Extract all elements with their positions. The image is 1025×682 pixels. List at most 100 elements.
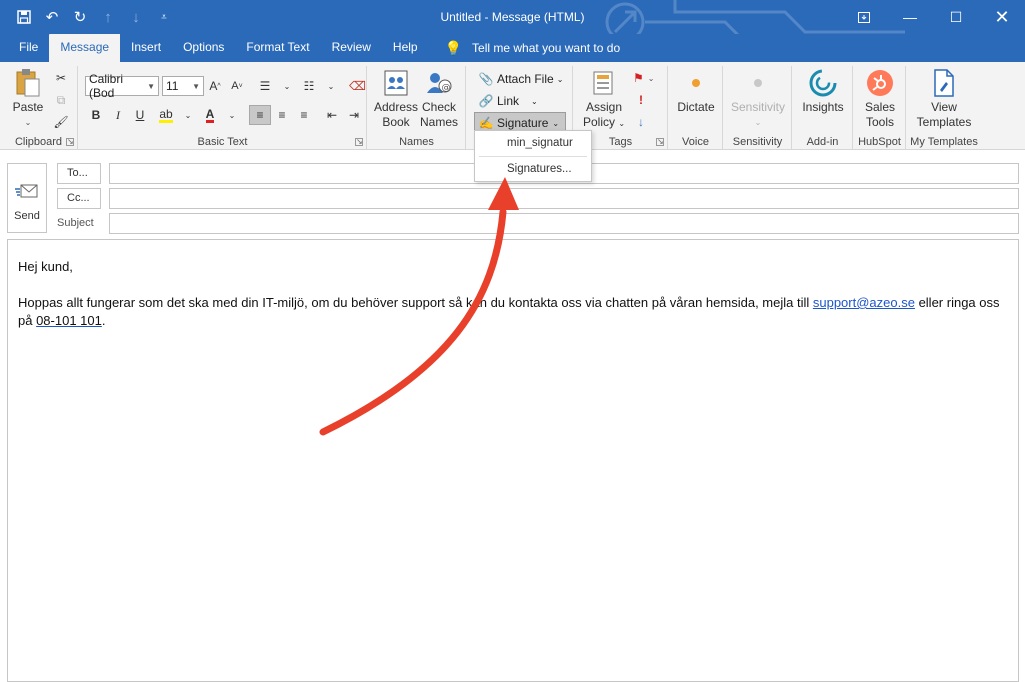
- chevron-down-icon[interactable]: ⌄: [320, 76, 342, 96]
- view-templates-label-1: View: [931, 100, 957, 114]
- menu-item-min-signatur[interactable]: min_signatur: [475, 131, 591, 156]
- clipboard-launcher-icon[interactable]: ↘: [66, 138, 74, 146]
- group-hubspot: Sales Tools HubSpot: [854, 66, 906, 150]
- body-text-1: Hoppas allt fungerar som det ska med din…: [18, 295, 813, 310]
- paste-icon: [12, 68, 44, 98]
- attach-file-button[interactable]: 📎 Attach File ⌄: [475, 68, 564, 90]
- link-button[interactable]: 🔗 Link ⌄: [475, 90, 538, 112]
- body-paragraph: Hoppas allt fungerar som det ska med din…: [18, 294, 1008, 330]
- follow-up-flag-icon[interactable]: ⚑ ⌄: [630, 68, 657, 88]
- group-basic-text: Calibri (Bod ▼ 11 ▼ A ^ A ˅ ☰ ⌄ ☷ ⌄ ⌫ B I …: [79, 66, 367, 150]
- font-size-value: 11: [166, 79, 179, 93]
- email-link[interactable]: support@azeo.se: [813, 295, 915, 310]
- low-importance-icon[interactable]: ↓: [630, 112, 652, 132]
- font-row: Calibri (Bod ▼ 11 ▼ A ^ A ˅ ☰ ⌄ ☷ ⌄ ⌫: [85, 72, 369, 100]
- underline-icon[interactable]: U: [129, 105, 151, 125]
- highlight-icon[interactable]: ab: [155, 105, 177, 125]
- format-painter-icon[interactable]: 🖌: [50, 112, 72, 132]
- decrease-indent-icon[interactable]: ⇤: [321, 105, 343, 125]
- subject-field[interactable]: [109, 213, 1019, 234]
- maximize-icon[interactable]: ☐: [933, 0, 979, 34]
- bold-icon[interactable]: B: [85, 105, 107, 125]
- numbering-icon[interactable]: ☷: [298, 76, 320, 96]
- subject-label: Subject: [57, 217, 94, 229]
- basic-text-launcher-icon[interactable]: ↘: [355, 138, 363, 146]
- copy-icon[interactable]: ⧉: [50, 90, 72, 110]
- font-size-combo[interactable]: 11 ▼: [162, 76, 204, 96]
- tell-me-search[interactable]: 💡 Tell me what you want to do: [429, 34, 629, 62]
- chevron-down-icon[interactable]: ⌄: [177, 105, 199, 125]
- hubspot-group-label: HubSpot: [858, 136, 901, 148]
- link-label: Link: [497, 94, 520, 108]
- tags-launcher-icon[interactable]: ↘: [656, 138, 664, 146]
- assign-policy-button[interactable]: Assign Policy ⌄: [582, 68, 626, 131]
- view-templates-button[interactable]: View Templates: [911, 68, 977, 130]
- increase-indent-icon[interactable]: ⇥: [343, 105, 365, 125]
- cc-field[interactable]: [109, 188, 1019, 209]
- tab-format-text[interactable]: Format Text: [235, 34, 320, 62]
- insights-label: Insights: [802, 100, 844, 114]
- address-book-button[interactable]: Address Book: [374, 68, 418, 130]
- chevron-down-icon[interactable]: ⌄: [221, 105, 243, 125]
- send-icon: [8, 182, 46, 203]
- address-book-icon: [380, 68, 412, 98]
- send-button[interactable]: Send: [7, 163, 47, 233]
- cut-icon[interactable]: ✂: [50, 68, 72, 88]
- phone-number[interactable]: 08-101 101: [36, 313, 102, 328]
- to-button[interactable]: To...: [57, 163, 101, 184]
- undo-icon[interactable]: ↶: [38, 0, 66, 34]
- body-text-end: .: [101, 313, 106, 328]
- sensitivity-label: Sensitivity: [730, 100, 786, 114]
- lightbulb-icon: 💡: [444, 39, 463, 56]
- group-names: Address Book @ Check Names Names: [368, 66, 466, 150]
- align-center-icon[interactable]: ≡: [271, 105, 293, 125]
- bullets-icon[interactable]: ☰: [254, 76, 276, 96]
- ribbon-tabs: File Message Insert Options Format Text …: [0, 34, 1025, 62]
- insights-button[interactable]: Insights: [799, 68, 847, 115]
- link-icon: 🔗: [478, 94, 494, 108]
- save-icon[interactable]: [10, 0, 38, 34]
- address-book-label-1: Address: [374, 100, 419, 114]
- clear-formatting-icon[interactable]: ⌫: [346, 76, 369, 96]
- grow-font-icon[interactable]: A ^: [204, 76, 226, 96]
- font-name-combo[interactable]: Calibri (Bod ▼: [85, 72, 159, 100]
- font-color-icon[interactable]: A: [199, 105, 221, 125]
- close-icon[interactable]: ✕: [979, 0, 1025, 34]
- menu-item-signatures[interactable]: Signatures...: [475, 157, 591, 182]
- italic-icon[interactable]: I: [107, 105, 129, 125]
- cc-button[interactable]: Cc...: [57, 188, 101, 209]
- dictate-button[interactable]: Dictate: [673, 68, 719, 115]
- customize-toolbar-icon[interactable]: ⩡: [150, 0, 178, 34]
- tab-review[interactable]: Review: [321, 34, 382, 62]
- chevron-down-icon: ⌄: [552, 118, 560, 128]
- sales-tools-button[interactable]: Sales Tools: [858, 68, 902, 130]
- view-templates-label-2: Templates: [916, 115, 972, 129]
- align-left-icon[interactable]: ≡: [249, 105, 271, 125]
- tab-options[interactable]: Options: [172, 34, 235, 62]
- sensitivity-group-label: Sensitivity: [732, 136, 783, 148]
- names-group-label: Names: [399, 136, 434, 148]
- ribbon-display-options-icon[interactable]: [841, 0, 887, 34]
- shrink-font-icon[interactable]: A ˅: [226, 76, 248, 96]
- chevron-down-icon: ⌄: [531, 96, 538, 106]
- paste-button[interactable]: Paste ⌄: [8, 68, 48, 130]
- high-importance-icon[interactable]: !: [630, 90, 652, 110]
- format-row: B I U ab ⌄ A ⌄ ≡ ≡ ≡ ⇤ ⇥: [85, 104, 365, 126]
- check-names-icon: @: [423, 68, 455, 98]
- check-names-label-2: Names: [419, 115, 458, 129]
- up-arrow-icon: ↑: [104, 8, 112, 26]
- tab-file[interactable]: File: [8, 34, 49, 62]
- chevron-down-icon: ▼: [147, 81, 155, 91]
- align-right-icon[interactable]: ≡: [293, 105, 315, 125]
- chevron-down-icon[interactable]: ⌄: [276, 76, 298, 96]
- redo-icon[interactable]: ↻: [66, 0, 94, 34]
- tab-message[interactable]: Message: [49, 34, 121, 62]
- message-body[interactable]: Hej kund, Hoppas allt fungerar som det s…: [7, 239, 1019, 682]
- check-names-button[interactable]: @ Check Names: [418, 68, 460, 130]
- group-my-templates: View Templates My Templates: [907, 66, 981, 150]
- font-name-value: Calibri (Bod: [89, 72, 124, 100]
- tab-help[interactable]: Help: [382, 34, 429, 62]
- hubspot-icon: [864, 68, 896, 98]
- tab-insert[interactable]: Insert: [120, 34, 172, 62]
- minimize-icon[interactable]: —: [887, 0, 933, 34]
